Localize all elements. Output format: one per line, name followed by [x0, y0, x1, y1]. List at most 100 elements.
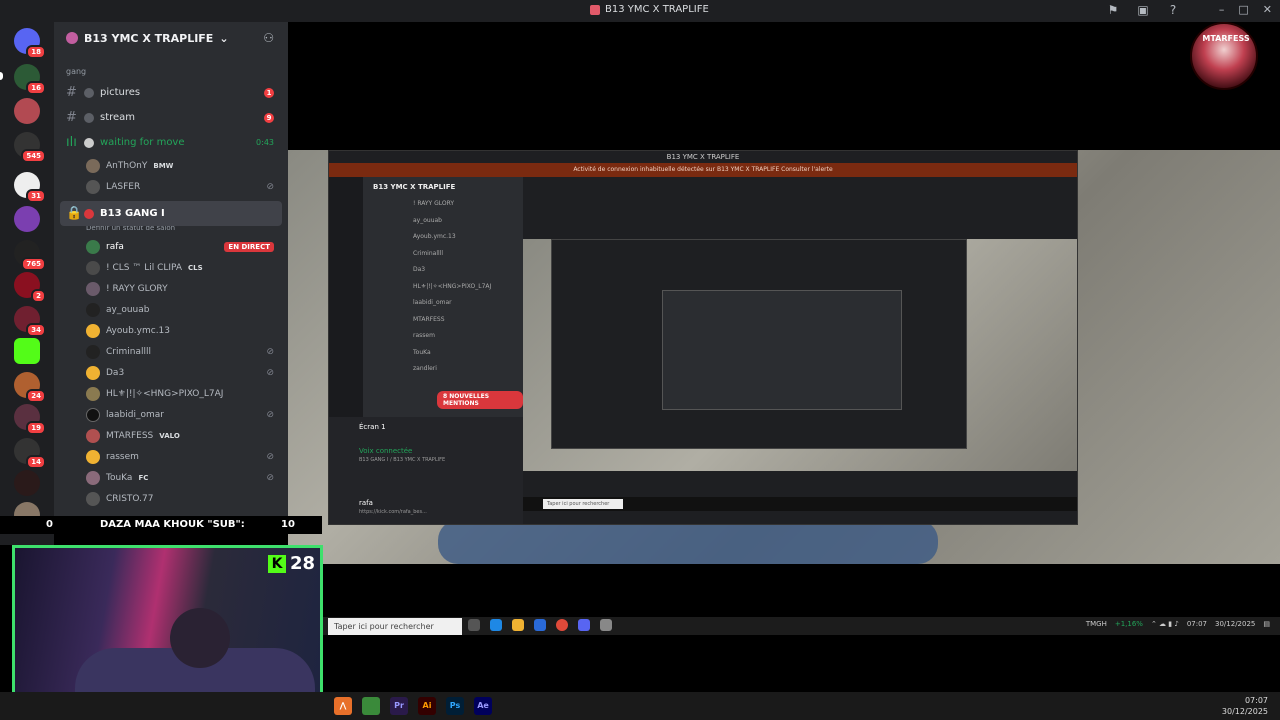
avatar-text: MTARFESS — [1202, 34, 1250, 43]
user-name: TouKa — [106, 472, 133, 483]
screen-share-icon[interactable]: ▣ — [1136, 3, 1150, 17]
server-badge: 2 — [31, 289, 46, 303]
sub-goal-current: 0 — [46, 519, 53, 530]
user-name: rafa — [106, 241, 124, 252]
server-icon[interactable]: 545 — [14, 132, 46, 163]
voice-user[interactable]: LASFER ⊘ — [54, 176, 288, 197]
voice-user[interactable]: CRISTO.77 — [54, 488, 288, 509]
lock-icon: 🔒 — [66, 206, 83, 221]
channel-emoji-icon — [84, 137, 94, 148]
voice-user[interactable]: Criminallll ⊘ — [54, 341, 288, 362]
after-effects-icon[interactable]: Ae — [474, 697, 492, 715]
nested-user: TouKa — [413, 348, 431, 356]
deafened-icon: ⊘ — [266, 472, 274, 483]
server-icon[interactable]: 34 — [14, 306, 46, 337]
voice-user[interactable]: TouKa FC ⊘ — [54, 467, 288, 488]
nested-voice-channel: B13 GANG I / B13 YMC X TRAPLIFE — [359, 457, 446, 463]
search-input: Taper ici pour rechercher — [328, 618, 462, 635]
help-icon[interactable]: ? — [1166, 3, 1180, 17]
server-badge: 19 — [26, 421, 46, 435]
server-icon[interactable] — [14, 98, 40, 124]
server-icon[interactable]: 31 — [14, 172, 46, 203]
avatar — [86, 407, 100, 422]
server-header[interactable]: B13 YMC X TRAPLIFE ⌄ ⚇ — [54, 22, 288, 54]
user-tag: BMW — [153, 161, 174, 170]
server-icon[interactable]: 19 — [14, 404, 46, 435]
server-icon[interactable]: 765 — [14, 240, 46, 271]
server-badge: 765 — [21, 257, 46, 271]
app-stack-icon[interactable] — [362, 697, 380, 715]
nested-voice-panel: Écran 1 Voix connectée B13 GANG I / B13 … — [329, 417, 523, 524]
channel-stream[interactable]: # stream 9 — [54, 105, 288, 130]
folder-icon — [512, 619, 524, 631]
add-member-icon[interactable]: ⚇ — [263, 31, 274, 45]
voice-user[interactable]: HL⚜|!|✧<HNG>PIXO_L7AJ — [54, 383, 288, 404]
voice-user[interactable]: Da3 ⊘ — [54, 362, 288, 383]
channel-pictures[interactable]: # pictures 1 — [54, 80, 288, 105]
voice-user[interactable]: Ayoub.ymc.13 — [54, 320, 288, 341]
background-image — [438, 520, 938, 564]
user-name: ! RAYY GLORY — [106, 283, 168, 294]
server-badge: 31 — [26, 189, 46, 203]
voice-user[interactable]: ! RAYY GLORY — [54, 278, 288, 299]
server-icon[interactable]: 24 — [14, 372, 46, 403]
channel-name: pictures — [100, 87, 141, 98]
user-name: LASFER — [106, 181, 141, 192]
security-alert-banner: Activité de connexion inhabituelle détec… — [329, 163, 1077, 177]
avatar — [86, 281, 100, 296]
premiere-icon[interactable]: Pr — [390, 697, 408, 715]
avatar — [86, 365, 100, 380]
illustrator-icon[interactable]: Ai — [418, 697, 436, 715]
voice-user[interactable]: ! CLS ™ Lil CLIPA CLS — [54, 257, 288, 278]
windows-taskbar: ⋀ Pr Ai Ps Ae 07:07 30/12/2025 — [0, 692, 1280, 720]
user-name: HL⚜|!|✧<HNG>PIXO_L7AJ — [106, 388, 224, 399]
tray-icons: ⌃ ☁ ▮ ♪ — [1150, 620, 1179, 628]
voice-user[interactable]: laabidi_omar ⊘ — [54, 404, 288, 425]
chevron-down-icon: ⌄ — [219, 31, 229, 45]
kick-server-icon[interactable] — [14, 338, 40, 364]
flag-icon[interactable]: ⚑ — [1106, 3, 1120, 17]
category-label[interactable]: gang — [54, 64, 288, 80]
nested-search: Taper ici pour rechercher — [543, 499, 623, 509]
user-name: CRISTO.77 — [106, 493, 154, 504]
kick-logo-icon: K — [268, 554, 286, 573]
close-button[interactable]: ✕ — [1263, 3, 1272, 16]
voice-user[interactable]: ay_ouuab — [54, 299, 288, 320]
window-title: B13 YMC X TRAPLIFE — [590, 4, 709, 15]
voice-user[interactable]: rassem ⊘ — [54, 446, 288, 467]
voice-channel-waiting[interactable]: ılı waiting for move 0:43 — [54, 130, 288, 155]
maximize-button[interactable]: □ — [1238, 3, 1248, 16]
user-name: Ayoub.ymc.13 — [106, 325, 171, 336]
voice-channel-b13-gang[interactable]: 🔒 B13 GANG I — [60, 201, 282, 226]
nested-user: rassem — [413, 332, 435, 339]
voice-user[interactable]: rafa EN DIRECT — [54, 236, 288, 257]
server-icon[interactable] — [14, 206, 40, 232]
channel-sidebar: B13 YMC X TRAPLIFE ⌄ ⚇ gang # pictures 1… — [54, 22, 288, 522]
server-icon[interactable] — [14, 470, 40, 496]
voice-user[interactable]: MTARFESS VALO — [54, 425, 288, 446]
server-icon[interactable]: 16 — [14, 64, 46, 95]
minimize-button[interactable]: – — [1219, 3, 1225, 16]
clock-date: 30/12/2025 — [1221, 707, 1268, 716]
nested-user-name: rafa — [359, 499, 373, 507]
hash-icon: # — [66, 85, 77, 100]
app-icon[interactable]: ⋀ — [334, 697, 352, 715]
avatar — [86, 239, 100, 254]
voice-user[interactable]: AnThOnY BMW — [54, 155, 288, 176]
avatar — [86, 302, 100, 317]
task-view-icon — [468, 619, 480, 631]
window-titlebar: B13 YMC X TRAPLIFE ⚑ ▣ ? – □ ✕ — [0, 0, 1280, 22]
channel-name: B13 GANG I — [100, 208, 165, 219]
streamer-avatar: MTARFESS — [1190, 22, 1258, 90]
server-icon[interactable]: 14 — [14, 438, 46, 469]
system-clock[interactable]: 07:07 30/12/2025 — [1222, 695, 1268, 717]
avatar — [86, 323, 100, 338]
mention-badge: 1 — [264, 87, 274, 98]
nested-user: Da3 — [413, 266, 426, 273]
user-name: Da3 — [106, 367, 125, 378]
channel-emoji-icon — [84, 208, 94, 219]
photoshop-icon[interactable]: Ps — [446, 697, 464, 715]
direct-messages-icon[interactable]: 18 — [14, 28, 46, 59]
server-icon[interactable]: 2 — [14, 272, 46, 303]
live-badge[interactable]: EN DIRECT — [224, 241, 274, 252]
